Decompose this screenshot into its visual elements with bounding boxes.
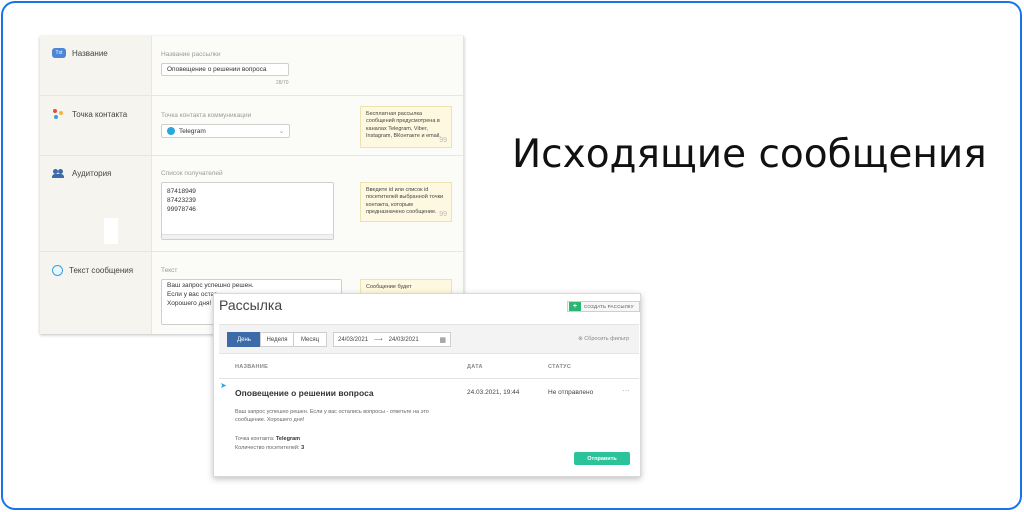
mailing-date: 24.03.2021, 19:44 bbox=[467, 389, 520, 396]
send-button[interactable]: Отправить bbox=[574, 452, 630, 465]
contact-point-meta-value: Telegram bbox=[275, 436, 301, 442]
text-hint-text: Сообщение будет bbox=[366, 284, 412, 290]
contact-point-meta-label: Точка контакта: bbox=[235, 436, 275, 442]
message-line: Ваш запрос успешно решен. bbox=[167, 282, 254, 289]
mailing-status: Не отправлено bbox=[548, 389, 594, 396]
name-label: Название bbox=[72, 48, 108, 58]
date-to: 24/03/2021 bbox=[388, 336, 419, 343]
name-char-counter: 28/70 bbox=[276, 80, 289, 86]
audience-hint-text: Введите id или список id посетителей выб… bbox=[366, 187, 444, 216]
create-mailing-button[interactable]: + СОЗДАТЬ РАССЫЛКУ bbox=[567, 301, 640, 312]
slide-headline: Исходящие сообщения bbox=[512, 132, 987, 177]
text-label-group: Текст сообщения bbox=[52, 265, 133, 276]
telegram-icon bbox=[167, 127, 175, 135]
campaign-form-window: Txt Название Название рассылки Оповещени… bbox=[40, 36, 464, 334]
telegram-icon: ➤ bbox=[220, 381, 227, 390]
plus-icon: + bbox=[569, 302, 581, 311]
contact-hint: Бесплатная рассылка сообщений предусмотр… bbox=[360, 106, 452, 148]
recipient-item: 99978746 bbox=[167, 205, 196, 213]
name-caption: Название рассылки bbox=[161, 51, 221, 58]
audience-label: Аудитория bbox=[72, 168, 112, 178]
contact-point-icon bbox=[52, 109, 66, 119]
visitors-count-value: 3 bbox=[301, 445, 305, 451]
create-mailing-label: СОЗДАТЬ РАССЫЛКУ bbox=[584, 304, 634, 309]
quote-icon: 99 bbox=[439, 136, 447, 144]
recipients-textarea[interactable]: 87418949 87423239 99978746 bbox=[161, 182, 334, 240]
audience-hint: Введите id или список id посетителей выб… bbox=[360, 182, 452, 222]
period-day-button[interactable]: День bbox=[227, 332, 261, 347]
column-header-date[interactable]: ДАТА bbox=[467, 364, 483, 370]
reset-filter-link[interactable]: ⊗ Сбросить фильтр bbox=[578, 336, 629, 342]
chat-icon bbox=[52, 265, 63, 276]
contact-select-value: Telegram bbox=[179, 127, 206, 135]
contact-hint-text: Бесплатная рассылка сообщений предусмотр… bbox=[366, 111, 441, 140]
period-switch: День Неделя Месяц bbox=[227, 332, 327, 347]
form-row-contact: Точка контакта Точка контакта коммуникац… bbox=[40, 96, 463, 156]
visitors-count-label: Количество посетителей: bbox=[235, 445, 300, 451]
column-header-name[interactable]: НАЗВАНИЕ bbox=[235, 364, 268, 370]
recipient-item: 87418949 bbox=[167, 188, 196, 195]
more-options-icon[interactable]: ··· bbox=[622, 386, 630, 395]
text-label: Текст сообщения bbox=[69, 266, 134, 275]
recipient-item: 87423239 bbox=[167, 196, 196, 204]
period-month-button[interactable]: Месяц bbox=[293, 332, 327, 347]
mailing-message-line: сообщение. Хорошего дня! bbox=[235, 417, 305, 424]
audience-caption: Список получателей bbox=[161, 170, 223, 177]
chevron-down-icon: ⌄ bbox=[278, 128, 284, 135]
date-range-input[interactable]: 24/03/2021 ⟶ 24/03/2021 ▦ bbox=[333, 332, 451, 347]
users-icon bbox=[52, 168, 66, 178]
contact-point-meta: Точка контакта: Telegram bbox=[235, 436, 300, 442]
calendar-icon[interactable]: ▦ bbox=[439, 336, 446, 344]
arrow-right-icon: ⟶ bbox=[374, 337, 383, 343]
name-label-group: Txt Название bbox=[52, 48, 108, 58]
text-icon: Txt bbox=[52, 48, 66, 58]
date-from: 24/03/2021 bbox=[338, 336, 369, 343]
mailing-name: Оповещение о решении вопроса bbox=[235, 388, 374, 398]
blank-area bbox=[104, 218, 118, 244]
header-divider bbox=[219, 378, 639, 379]
name-input[interactable]: Оповещение о решении вопроса bbox=[161, 63, 289, 76]
contact-caption: Точка контакта коммуникации bbox=[161, 112, 252, 119]
period-week-button[interactable]: Неделя bbox=[260, 332, 294, 347]
audience-label-group: Аудитория bbox=[52, 168, 111, 178]
mailing-message: Ваш запрос успешно решен. Если у вас ост… bbox=[235, 408, 475, 425]
contact-label-group: Точка контакта bbox=[52, 109, 127, 119]
contact-label: Точка контакта bbox=[72, 109, 128, 119]
text-caption: Текст bbox=[161, 267, 178, 274]
reset-filter-label: Сбросить фильтр bbox=[584, 336, 629, 342]
horizontal-scrollbar[interactable] bbox=[162, 234, 333, 239]
quote-icon: 99 bbox=[439, 210, 447, 218]
contact-select[interactable]: Telegram ⌄ bbox=[161, 124, 290, 138]
close-circle-icon: ⊗ bbox=[578, 336, 583, 342]
form-row-name: Txt Название Название рассылки Оповещени… bbox=[40, 36, 463, 96]
filter-bar: День Неделя Месяц 24/03/2021 ⟶ 24/03/202… bbox=[219, 324, 639, 354]
mailing-message-line: Ваш запрос успешно решен. Если у вас ост… bbox=[235, 409, 429, 415]
visitors-count-meta: Количество посетителей: 3 bbox=[235, 445, 304, 451]
mailing-list-window: Рассылка + СОЗДАТЬ РАССЫЛКУ День Неделя … bbox=[213, 293, 641, 477]
page-title: Рассылка bbox=[219, 297, 283, 313]
column-header-status[interactable]: СТАТУС bbox=[548, 364, 571, 370]
